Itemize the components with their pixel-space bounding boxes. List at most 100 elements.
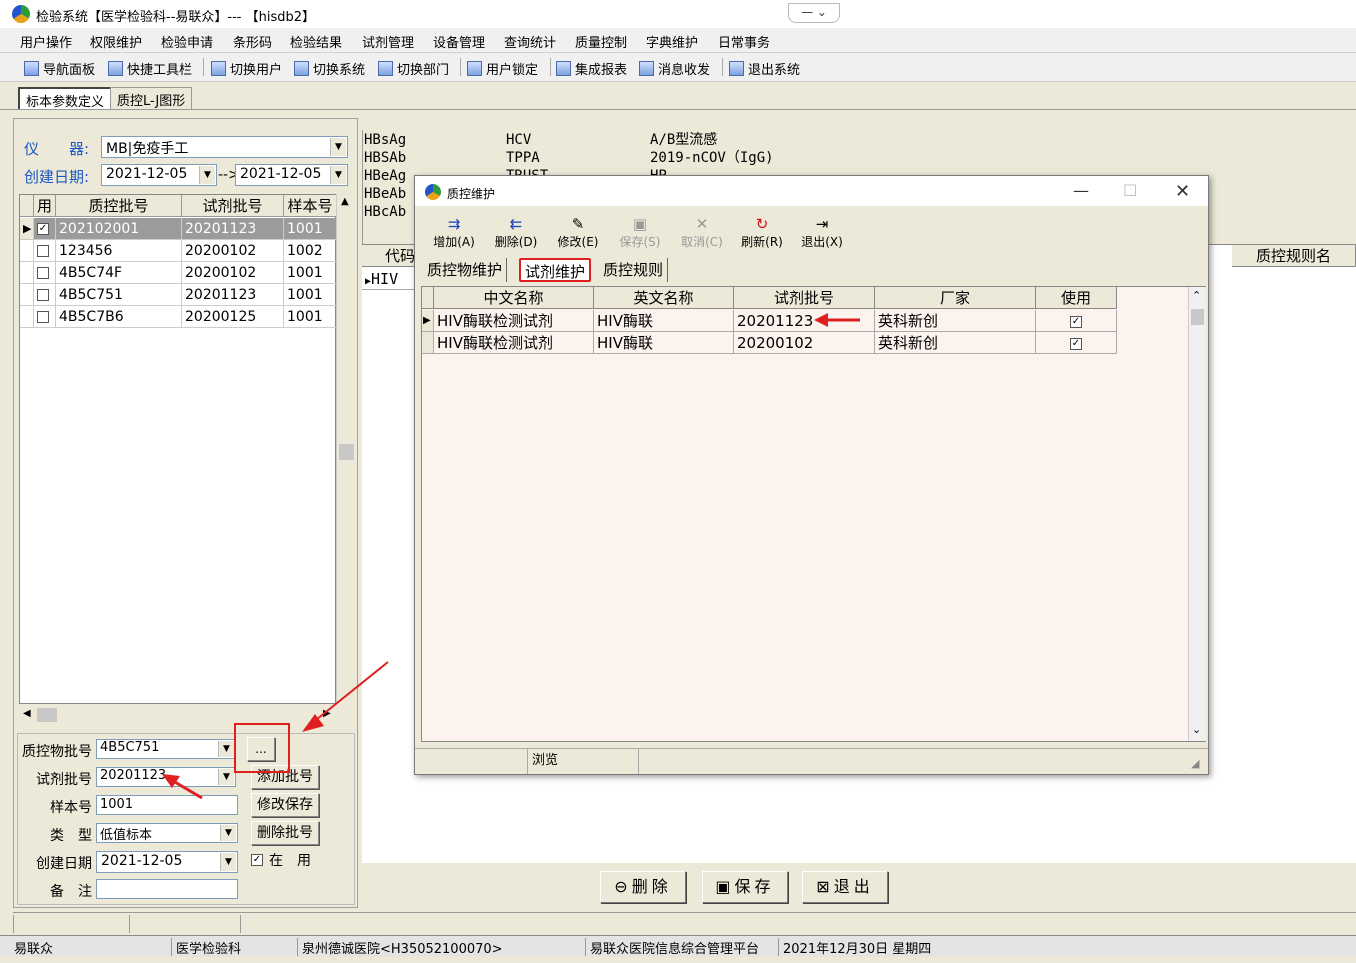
refresh-button[interactable]: ↻ 刷新(R): [737, 216, 787, 250]
scroll-thumb[interactable]: [1191, 309, 1204, 325]
menu-reagents[interactable]: 试剂管理: [362, 32, 414, 51]
column-header[interactable]: 质控批号: [56, 195, 182, 217]
code-item[interactable]: HBsAg: [364, 131, 406, 149]
exit-button[interactable]: ⊠退出: [802, 871, 888, 903]
menu-query-stats[interactable]: 查询统计: [504, 32, 556, 51]
tab-qc-rules[interactable]: 质控规则: [599, 258, 669, 282]
column-header[interactable]: 用: [34, 195, 56, 217]
use-checkbox[interactable]: [34, 262, 56, 284]
checkbox-checked-icon[interactable]: ✓: [37, 223, 49, 235]
menu-user-ops[interactable]: 用户操作: [20, 32, 72, 51]
code-item[interactable]: HBeAg: [364, 167, 406, 185]
type-select[interactable]: 低值标本 ▼: [96, 823, 238, 843]
code-item[interactable]: A/B型流感: [650, 131, 774, 149]
column-header[interactable]: 中文名称: [434, 287, 594, 309]
toolbar-switch-user[interactable]: 切换用户: [211, 59, 282, 78]
toolbar-exit[interactable]: 退出系统: [729, 59, 800, 78]
vertical-scrollbar[interactable]: ▲: [336, 194, 356, 704]
create-date-picker[interactable]: 2021-12-05 ▼: [96, 851, 238, 873]
use-cell[interactable]: ✓: [1036, 310, 1117, 332]
toolbar-switch-system[interactable]: 切换系统: [294, 59, 365, 78]
chevron-down-icon[interactable]: ▼: [220, 853, 236, 871]
use-cell[interactable]: ✓: [1036, 332, 1117, 354]
menu-dictionary[interactable]: 字典维护: [646, 32, 698, 51]
date-to-picker[interactable]: 2021-12-05 ▼: [235, 164, 348, 186]
column-header[interactable]: 英文名称: [594, 287, 734, 309]
use-checkbox[interactable]: ✓: [34, 218, 56, 240]
checkbox-icon[interactable]: [37, 267, 49, 279]
code-column-header[interactable]: 代码: [362, 245, 422, 267]
cn-name-cell[interactable]: HIV酶联检测试剂: [434, 332, 594, 354]
vendor-cell[interactable]: 英科新创: [875, 310, 1036, 332]
close-icon[interactable]: ✕: [1175, 181, 1190, 202]
tab-qc-material[interactable]: 质控物维护: [423, 258, 508, 282]
code-item[interactable]: HBeAb: [364, 185, 406, 203]
menu-results[interactable]: 检验结果: [290, 32, 342, 51]
checkbox-icon[interactable]: [37, 311, 49, 323]
code-item[interactable]: 2019-nCOV（IgG): [650, 149, 774, 167]
note-input[interactable]: [96, 879, 238, 899]
tab-sample-params[interactable]: 标本参数定义: [18, 87, 113, 110]
window-controls[interactable]: — ⌄: [788, 3, 840, 23]
column-header[interactable]: 试剂批号: [734, 287, 875, 309]
delete-lot-button[interactable]: 删除批号: [251, 821, 319, 845]
column-header[interactable]: 样本号: [284, 195, 337, 217]
code-item[interactable]: HCV: [506, 131, 548, 149]
toolbar-reports[interactable]: 集成报表: [556, 59, 627, 78]
edit-button[interactable]: ✎ 修改(E): [553, 216, 603, 250]
menu-equipment[interactable]: 设备管理: [433, 32, 485, 51]
chevron-left-icon[interactable]: ◀: [23, 708, 31, 719]
menu-barcode[interactable]: 条形码: [233, 32, 272, 51]
table-row[interactable]: ▶HIV: [362, 268, 422, 290]
use-checkbox[interactable]: [34, 240, 56, 262]
chevron-up-icon[interactable]: ▲: [341, 196, 349, 207]
in-use-checkbox[interactable]: ✓ 在 用: [251, 850, 311, 870]
scroll-thumb[interactable]: [339, 444, 354, 460]
menu-permissions[interactable]: 权限维护: [90, 32, 142, 51]
column-header[interactable]: 使用: [1036, 287, 1117, 309]
add-button[interactable]: ⇉ 增加(A): [429, 216, 479, 250]
exit-dialog-button[interactable]: ⇥ 退出(X): [797, 216, 847, 250]
chevron-down-icon[interactable]: ▼: [330, 166, 346, 184]
code-item[interactable]: HBSAb: [364, 149, 406, 167]
vertical-scrollbar[interactable]: ⌃ ⌄: [1188, 287, 1206, 741]
resize-grip-icon[interactable]: ◢: [1191, 757, 1199, 770]
checkbox-checked-icon[interactable]: ✓: [251, 854, 263, 866]
chevron-down-icon[interactable]: ▼: [199, 166, 215, 184]
toolbar-quick-tools[interactable]: 快捷工具栏: [108, 59, 192, 78]
en-name-cell[interactable]: HIV酶联: [594, 310, 734, 332]
toolbar-nav-panel[interactable]: 导航面板: [24, 59, 95, 78]
checkbox-icon[interactable]: [37, 245, 49, 257]
chevron-up-icon[interactable]: ⌃: [1192, 289, 1201, 302]
checkbox-icon[interactable]: [37, 289, 49, 301]
checkbox-checked-icon[interactable]: ✓: [1070, 315, 1082, 328]
dialog-title-bar[interactable]: 质控维护 — ☐ ✕: [415, 176, 1208, 206]
cn-name-cell[interactable]: HIV酶联检测试剂: [434, 310, 594, 332]
delete-row-button[interactable]: ⇇ 删除(D): [491, 216, 541, 250]
menu-daily-affairs[interactable]: 日常事务: [718, 32, 770, 51]
minimize-icon[interactable]: —: [1073, 181, 1089, 200]
rule-name-column-header[interactable]: 质控规则名: [1232, 245, 1356, 267]
scroll-thumb[interactable]: [37, 708, 57, 722]
date-from-picker[interactable]: 2021-12-05 ▼: [101, 164, 217, 186]
chevron-down-icon[interactable]: ▼: [330, 138, 346, 156]
table-row[interactable]: ▶ ✓ 202102001 20201123 1001: [20, 218, 337, 240]
checkbox-checked-icon[interactable]: ✓: [1070, 337, 1082, 350]
column-header[interactable]: 试剂批号: [182, 195, 284, 217]
chevron-down-icon[interactable]: ⌄: [1192, 723, 1201, 736]
save-button[interactable]: ▣保存: [702, 871, 788, 903]
delete-button[interactable]: ⊖删除: [600, 871, 686, 903]
code-item[interactable]: HBcAb: [364, 203, 406, 221]
table-row[interactable]: 4B5C7B6 20200125 1001: [20, 306, 337, 328]
use-checkbox[interactable]: [34, 284, 56, 306]
toolbar-switch-dept[interactable]: 切换部门: [378, 59, 449, 78]
lot-cell[interactable]: 20200102: [734, 332, 875, 354]
table-row[interactable]: 4B5C751 20201123 1001: [20, 284, 337, 306]
code-item[interactable]: TPPA: [506, 149, 548, 167]
en-name-cell[interactable]: HIV酶联: [594, 332, 734, 354]
toolbar-user-lock[interactable]: 用户锁定: [467, 59, 538, 78]
tab-lj-chart[interactable]: 质控L-J图形: [110, 87, 193, 109]
vendor-cell[interactable]: 英科新创: [875, 332, 1036, 354]
tab-reagent[interactable]: 试剂维护: [519, 258, 592, 282]
menu-lab-request[interactable]: 检验申请: [161, 32, 213, 51]
